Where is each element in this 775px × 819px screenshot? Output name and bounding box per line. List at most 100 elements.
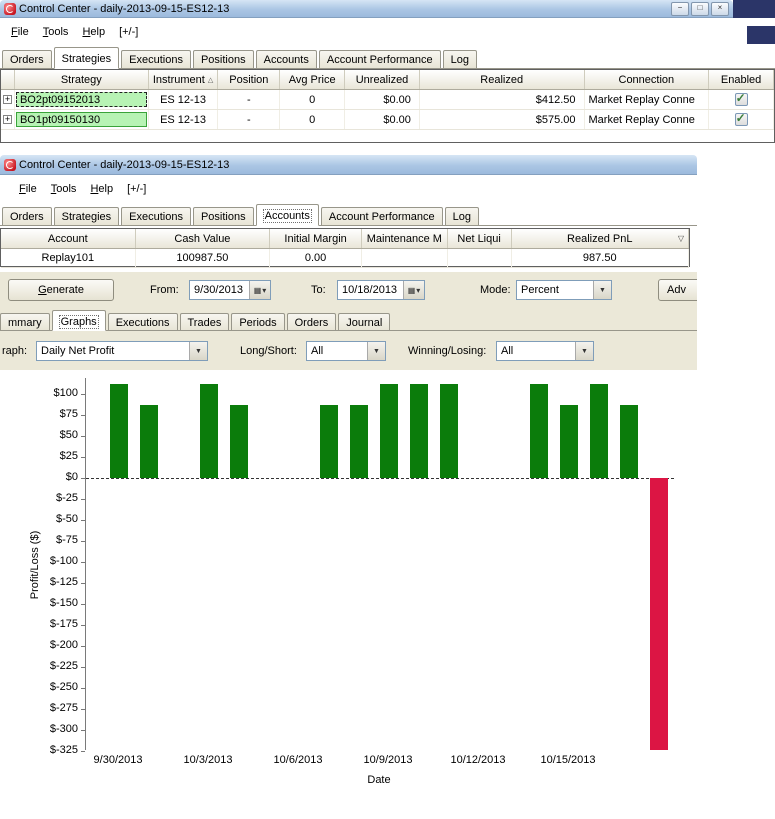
strategy-name-box[interactable]: BO2pt09152013 xyxy=(15,92,147,107)
y-tick-label: $-150 xyxy=(49,597,78,609)
header-cell-connection[interactable]: Connection xyxy=(585,70,710,89)
subtab-executions[interactable]: Executions xyxy=(107,313,178,331)
generate-button[interactable]: Generate xyxy=(8,279,114,301)
w1-tab-orders[interactable]: Orders xyxy=(2,50,52,69)
strategy-name-box[interactable]: BO1pt09150130 xyxy=(15,112,147,127)
grid-header-row: Strategy Instrument △ Position Avg Price … xyxy=(1,70,774,90)
subtab-journal[interactable]: Journal xyxy=(338,313,391,331)
from-label: From: xyxy=(150,284,179,296)
w2-tab-orders[interactable]: Orders xyxy=(2,207,52,226)
w2-menu-item-plusminus[interactable]: [+/-] xyxy=(120,180,153,198)
header-cell-position[interactable]: Position xyxy=(218,70,281,89)
subtab-orders[interactable]: Orders xyxy=(286,313,337,331)
date-picker-button[interactable]: ▦ ▾ xyxy=(403,281,424,299)
subtab-periods[interactable]: Periods xyxy=(231,313,285,331)
w1-menu-item-help[interactable]: Help xyxy=(75,23,112,41)
w1-tab-strategies[interactable]: Strategies xyxy=(53,47,120,69)
select-value: Daily Net Profit xyxy=(41,345,115,357)
dropdown-arrow-icon[interactable]: ▼ xyxy=(575,342,593,360)
w1-tab-executions[interactable]: Executions xyxy=(121,50,191,69)
advanced-button[interactable]: Adv xyxy=(658,279,697,301)
header-cell-net-liquidation[interactable]: Net Liqui xyxy=(448,229,512,248)
window2-title: Control Center - daily-2013-09-15-ES12-1… xyxy=(19,158,230,171)
subtab-summary[interactable]: mmary xyxy=(0,313,50,331)
enabled-cell: ✓ xyxy=(709,110,774,129)
window2-menubar: File Tools Help [+/-] xyxy=(0,175,697,202)
subtab-trades[interactable]: Trades xyxy=(179,313,230,331)
from-date-input[interactable]: 9/30/2013 ▦ ▾ xyxy=(189,280,271,300)
w1-tab-accounts[interactable]: Accounts xyxy=(255,50,317,69)
dropdown-arrow-icon[interactable]: ▼ xyxy=(367,342,385,360)
y-tick-mark xyxy=(81,709,85,710)
winninglosing-select[interactable]: All ▼ xyxy=(496,341,594,361)
header-cell-maintenance-margin[interactable]: Maintenance M xyxy=(362,229,448,248)
desktop-backdrop xyxy=(733,0,775,18)
window2-titlebar[interactable]: Control Center - daily-2013-09-15-ES12-1… xyxy=(0,155,697,175)
w1-menu-item-tools[interactable]: Tools xyxy=(36,23,76,41)
y-tick-label: $25 xyxy=(59,450,78,462)
mode-select[interactable]: Percent ▼ xyxy=(516,280,612,300)
select-value: Percent xyxy=(521,284,559,296)
y-tick-label: $75 xyxy=(59,408,78,420)
header-cell-unrealized[interactable]: Unrealized xyxy=(345,70,420,89)
screen: Control Center - daily-2013-09-15-ES12-1… xyxy=(0,0,775,819)
w2-tab-log[interactable]: Log xyxy=(444,207,479,226)
header-cell-strategy[interactable]: Strategy xyxy=(15,70,149,89)
w1-tab-positions[interactable]: Positions xyxy=(192,50,254,69)
window1-titlebar[interactable]: Control Center - daily-2013-09-15-ES12-1… xyxy=(0,0,733,18)
header-cell-cash-value[interactable]: Cash Value xyxy=(136,229,271,248)
header-cell-realized-pnl[interactable]: Realized PnL ▽ xyxy=(512,229,689,248)
expander-button[interactable]: + xyxy=(2,115,12,124)
y-tick-mark xyxy=(81,751,85,752)
subtab-graphs[interactable]: Graphs xyxy=(51,310,106,331)
w2-menu-item-help[interactable]: Help xyxy=(83,180,120,198)
w2-menu-item-tools[interactable]: Tools xyxy=(44,180,84,198)
dropdown-arrow-icon[interactable]: ▼ xyxy=(593,281,611,299)
y-tick-label: $-300 xyxy=(49,723,78,735)
w1-tab-account-performance[interactable]: Account Performance xyxy=(318,50,441,69)
date-picker-button[interactable]: ▦ ▾ xyxy=(249,281,270,299)
longshort-select[interactable]: All ▼ xyxy=(306,341,386,361)
graph-type-select[interactable]: Daily Net Profit ▼ xyxy=(36,341,208,361)
table-row[interactable]: + BO1pt09150130 ES 12-13 - 0 $0.00 $575.… xyxy=(1,110,774,130)
accel: F xyxy=(19,182,26,195)
enabled-checkbox[interactable]: ✓ xyxy=(734,111,748,126)
header-cell-initial-margin[interactable]: Initial Margin xyxy=(270,229,362,248)
instrument-cell: ES 12-13 xyxy=(149,110,219,129)
w2-tab-account-performance[interactable]: Account Performance xyxy=(320,207,443,226)
table-row[interactable]: Replay101 100987.50 0.00 987.50 xyxy=(1,249,689,268)
close-button[interactable]: × xyxy=(711,1,729,16)
cash-value-cell: 100987.50 xyxy=(136,249,271,267)
w2-tab-executions[interactable]: Executions xyxy=(121,207,191,226)
header-label: Instrument xyxy=(152,73,205,86)
table-row[interactable]: + BO2pt09152013 ES 12-13 - 0 $0.00 $412.… xyxy=(1,90,774,110)
w2-tab-accounts[interactable]: Accounts xyxy=(255,204,319,226)
w2-tab-strategies[interactable]: Strategies xyxy=(53,207,120,226)
w1-tab-log[interactable]: Log xyxy=(442,50,477,69)
y-tick-mark xyxy=(81,478,85,479)
to-date-input[interactable]: 10/18/2013 ▦ ▾ xyxy=(337,280,425,300)
w1-menu-item-file[interactable]: File xyxy=(4,23,36,41)
account-performance-panel: Generate From: 9/30/2013 ▦ ▾ To: 10/18/20… xyxy=(0,272,697,370)
chart-bar xyxy=(410,383,428,478)
maximize-button[interactable]: □ xyxy=(691,1,709,16)
header-cell-enabled[interactable]: Enabled xyxy=(709,70,774,89)
header-cell-account[interactable]: Account xyxy=(1,229,136,248)
w2-menu-item-file[interactable]: File xyxy=(12,180,44,198)
enabled-checkbox[interactable]: ✓ xyxy=(734,91,748,106)
y-tick-label: $-200 xyxy=(49,639,78,651)
minimize-button[interactable]: − xyxy=(671,1,689,16)
header-cell-instrument[interactable]: Instrument △ xyxy=(149,70,219,89)
expander-button[interactable]: + xyxy=(2,95,12,104)
header-cell-realized[interactable]: Realized xyxy=(420,70,585,89)
w1-menu-item-plusminus[interactable]: [+/-] xyxy=(112,23,145,41)
y-tick-label: $-75 xyxy=(55,534,78,546)
y-tick-mark xyxy=(81,415,85,416)
header-cell-avg-price[interactable]: Avg Price xyxy=(280,70,346,89)
dropdown-arrow-icon[interactable]: ▼ xyxy=(189,342,207,360)
menu-label: ools xyxy=(48,25,69,38)
unrealized-cell: $0.00 xyxy=(345,90,420,109)
y-tick-mark xyxy=(81,646,85,647)
y-tick-mark xyxy=(81,520,85,521)
w2-tab-positions[interactable]: Positions xyxy=(192,207,254,226)
